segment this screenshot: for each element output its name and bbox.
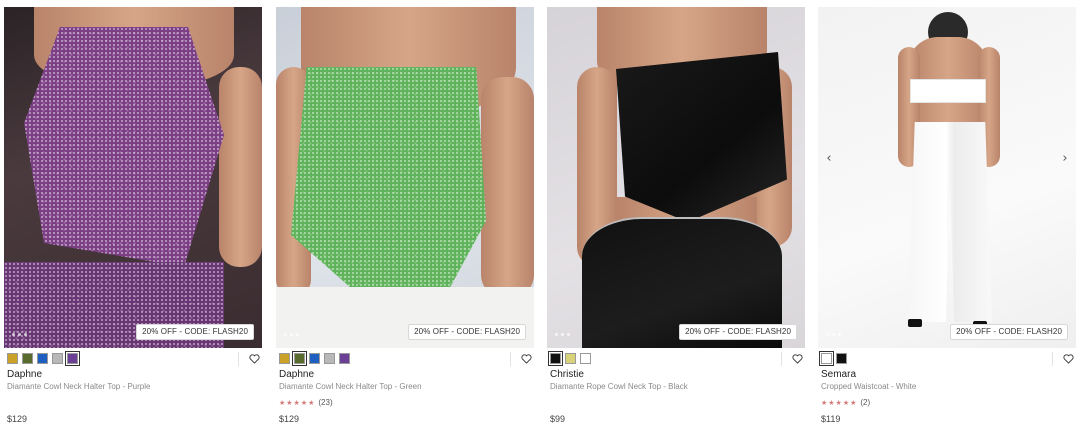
product-subtitle[interactable]: Diamante Cowl Neck Halter Top - Green: [279, 382, 422, 391]
color-swatches: [7, 351, 80, 366]
promo-badge: 20% OFF - CODE: FLASH20: [136, 324, 254, 340]
star-rating-icon: ★★★★★: [821, 398, 858, 407]
carousel-prev-button[interactable]: ‹: [822, 152, 836, 166]
promo-badge: 20% OFF - CODE: FLASH20: [408, 324, 526, 340]
color-swatch[interactable]: [324, 353, 335, 364]
star-rating-icon: ★★★★★: [279, 398, 316, 407]
color-swatch[interactable]: [22, 353, 33, 364]
color-swatch[interactable]: [836, 353, 847, 364]
product-name[interactable]: Daphne: [7, 369, 42, 380]
product-image[interactable]: 20% OFF - CODE: FLASH20: [276, 7, 534, 348]
product-name[interactable]: Semara: [821, 369, 856, 380]
product-card[interactable]: 20% OFF - CODE: FLASH20 Daphne Diamante …: [4, 0, 262, 427]
color-swatch[interactable]: [580, 353, 591, 364]
wishlist-button[interactable]: [510, 352, 532, 366]
review-count: (23): [318, 398, 333, 407]
product-card[interactable]: ‹ › 20% OFF - CODE: FLASH20 Semara Cropp…: [818, 0, 1076, 427]
product-image[interactable]: 20% OFF - CODE: FLASH20: [4, 7, 262, 348]
product-price: $99: [550, 414, 566, 424]
wishlist-button[interactable]: [781, 352, 803, 366]
garment-top: [24, 27, 224, 267]
product-card[interactable]: 20% OFF - CODE: FLASH20 Christie Diamant…: [547, 0, 805, 427]
review-count: (2): [860, 398, 871, 407]
product-name[interactable]: Daphne: [279, 369, 314, 380]
product-card[interactable]: 20% OFF - CODE: FLASH20 Daphne Diamante …: [276, 0, 534, 427]
product-image[interactable]: ‹ › 20% OFF - CODE: FLASH20: [818, 7, 1076, 348]
color-swatch[interactable]: [548, 351, 563, 366]
product-price: $119: [821, 414, 841, 424]
carousel-next-button[interactable]: ›: [1058, 152, 1072, 166]
product-price: $129: [7, 414, 28, 424]
model-arm: [219, 67, 262, 267]
color-swatch[interactable]: [52, 353, 63, 364]
promo-badge: 20% OFF - CODE: FLASH20: [679, 324, 797, 340]
carousel-dots: [826, 333, 841, 336]
garment-top: [910, 79, 986, 103]
heart-icon: [521, 354, 532, 364]
heart-icon: [249, 354, 260, 364]
wishlist-button[interactable]: [238, 352, 260, 366]
heart-icon: [1063, 354, 1074, 364]
promo-badge: 20% OFF - CODE: FLASH20: [950, 324, 1068, 340]
carousel-dots: [555, 333, 570, 336]
color-swatch[interactable]: [309, 353, 320, 364]
carousel-dots: [12, 333, 27, 336]
product-subtitle[interactable]: Cropped Waistcoat - White: [821, 382, 916, 391]
color-swatches: [279, 351, 350, 366]
product-subtitle[interactable]: Diamante Cowl Neck Halter Top - Purple: [7, 382, 150, 391]
product-price: $129: [279, 414, 300, 424]
wishlist-button[interactable]: [1052, 352, 1074, 366]
product-subtitle[interactable]: Diamante Rope Cowl Neck Top - Black: [550, 382, 688, 391]
product-rating[interactable]: ★★★★★ (23): [279, 398, 333, 407]
heart-icon: [792, 354, 803, 364]
product-rating[interactable]: ★★★★★ (2): [821, 398, 870, 407]
color-swatch[interactable]: [565, 353, 576, 364]
color-swatch[interactable]: [7, 353, 18, 364]
color-swatch[interactable]: [65, 351, 80, 366]
color-swatches: [548, 351, 591, 366]
model-shoe: [908, 319, 922, 327]
color-swatch[interactable]: [292, 351, 307, 366]
color-swatch[interactable]: [339, 353, 350, 364]
color-swatch[interactable]: [819, 351, 834, 366]
carousel-dots: [284, 333, 299, 336]
color-swatches: [819, 351, 847, 366]
color-swatch[interactable]: [37, 353, 48, 364]
product-image[interactable]: 20% OFF - CODE: FLASH20: [547, 7, 805, 348]
model-arm: [481, 77, 534, 297]
product-name[interactable]: Christie: [550, 369, 584, 380]
color-swatch[interactable]: [279, 353, 290, 364]
